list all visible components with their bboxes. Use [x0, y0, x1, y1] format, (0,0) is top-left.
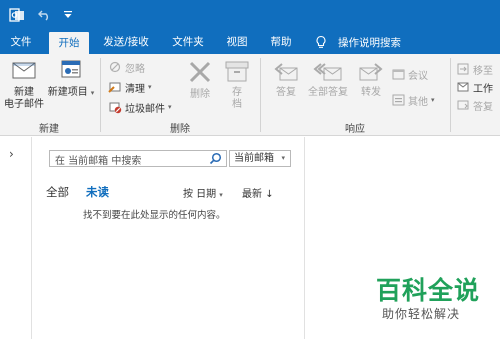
quickstep-move-to[interactable]: 移至	[456, 61, 493, 77]
quickstep-team[interactable]: 工作	[456, 79, 493, 95]
forward-icon	[359, 63, 383, 81]
filter-unread[interactable]: 未读	[86, 184, 109, 200]
watermark-subtitle: 助你轻松解决	[382, 307, 461, 321]
reply-delete-label: 答复	[473, 101, 493, 113]
folder-pane-collapsed: ›	[0, 137, 32, 339]
ignore-button[interactable]: 忽略	[108, 59, 145, 75]
empty-list-message: 找不到要在此处显示的任何内容。	[83, 210, 226, 221]
filter-all[interactable]: 全部	[46, 184, 69, 200]
message-list-pane: 在 当前邮箱 中搜索 当前邮箱 ▾ 全部 未读 按 日期 ▾ 最新 ↓ 找不到要在…	[33, 137, 305, 339]
ribbon-tabs: 文件 开始 发送/接收 文件夹 视图 帮助 操作说明搜索	[0, 30, 500, 54]
meeting-button[interactable]: 会议	[391, 66, 428, 82]
tab-view[interactable]: 视图	[220, 30, 254, 54]
meeting-icon	[391, 67, 405, 81]
quick-steps-gallery: 移至 工作 答复	[456, 58, 500, 118]
reply-all-button[interactable]: 全部答复	[304, 60, 352, 99]
quickstep-reply-delete[interactable]: 答复	[456, 97, 493, 113]
meeting-label: 会议	[408, 70, 428, 82]
sort-by-label: 按 日期	[183, 189, 217, 200]
new-items-button[interactable]: 新建项目 ▾	[47, 58, 95, 99]
new-items-icon	[61, 60, 81, 78]
more-respond-button[interactable]: 其他 ▾	[391, 92, 435, 108]
watermark-title: 百科全说	[376, 276, 481, 305]
tab-send-receive[interactable]: 发送/接收	[97, 30, 155, 54]
search-placeholder: 在 当前邮箱 中搜索	[55, 156, 142, 167]
archive-icon	[225, 61, 249, 82]
move-icon	[456, 62, 470, 76]
search-scope-value: 当前邮箱	[234, 153, 274, 164]
lightbulb-icon	[316, 35, 326, 48]
list-filter-bar: 全部 未读 按 日期 ▾ 最新 ↓	[46, 184, 296, 200]
cleanup-icon	[108, 80, 122, 94]
team-email-icon	[456, 80, 470, 94]
new-email-label-2: 电子邮件	[4, 99, 44, 110]
reply-all-label: 全部答复	[308, 87, 348, 98]
forward-label: 转发	[361, 87, 381, 98]
reply-all-icon	[313, 63, 342, 81]
tab-home[interactable]: 开始	[49, 32, 89, 54]
search-scope-dropdown[interactable]: 当前邮箱 ▾	[229, 150, 291, 167]
reply-icon	[274, 63, 298, 81]
delete-x-icon	[189, 61, 211, 83]
junk-label: 垃圾邮件	[125, 103, 165, 115]
more-respond-label: 其他	[408, 96, 428, 108]
group-label-respond: 响应	[345, 124, 365, 135]
tab-help[interactable]: 帮助	[264, 30, 298, 54]
tell-me-label: 操作说明搜索	[338, 36, 401, 49]
reply-delete-icon	[456, 98, 470, 112]
new-email-button[interactable]: 新建 电子邮件	[2, 58, 46, 111]
new-items-label: 新建项目 ▾	[47, 87, 95, 98]
ribbon-divider	[450, 58, 451, 132]
tell-me-search[interactable]: 操作说明搜索	[314, 30, 401, 54]
move-to-label: 移至	[473, 65, 493, 77]
search-icon[interactable]	[209, 152, 222, 165]
ribbon-divider	[260, 58, 261, 132]
tab-folder[interactable]: 文件夹	[166, 30, 210, 54]
ribbon-divider	[100, 58, 101, 132]
archive-label-2: 档	[232, 99, 242, 110]
junk-button[interactable]: 垃圾邮件 ▾	[108, 99, 172, 115]
ignore-label: 忽略	[125, 63, 145, 75]
reply-label: 答复	[276, 87, 296, 98]
cleanup-label: 清理	[125, 83, 145, 95]
cleanup-button[interactable]: 清理 ▾	[108, 79, 152, 95]
sort-order-toggle[interactable]: 最新 ↓	[242, 185, 274, 200]
forward-button[interactable]: 转发	[353, 60, 389, 99]
junk-icon	[108, 100, 122, 114]
customize-qa-icon[interactable]	[62, 6, 74, 24]
ribbon: 新建 电子邮件 新建项目 ▾ 新建 忽略 清理 ▾ 垃圾邮件 ▾ 删除 存 档 删除 …	[0, 54, 500, 136]
reply-button[interactable]: 答复	[268, 60, 304, 99]
title-bar	[0, 0, 500, 30]
sort-order-label: 最新	[242, 189, 262, 200]
chevron-down-icon: ▾	[281, 154, 285, 162]
undo-icon[interactable]	[36, 6, 52, 24]
tab-file[interactable]: 文件	[2, 30, 40, 54]
delete-button[interactable]: 删除	[183, 58, 217, 101]
new-email-label-1: 新建	[14, 87, 34, 98]
archive-button[interactable]: 存 档	[220, 58, 254, 111]
expand-folder-pane-icon[interactable]: ›	[9, 147, 14, 161]
sort-by-dropdown[interactable]: 按 日期 ▾	[183, 185, 223, 200]
search-input[interactable]: 在 当前邮箱 中搜索	[49, 150, 227, 167]
group-label-delete: 删除	[170, 124, 190, 135]
watermark-logo: 百科全说 助你轻松解决	[376, 276, 488, 322]
team-label: 工作	[473, 83, 493, 95]
outlook-app-icon[interactable]	[8, 6, 26, 24]
arrow-down-icon: ↓	[265, 189, 274, 200]
more-respond-icon	[391, 93, 405, 107]
new-email-icon	[12, 62, 36, 79]
delete-label: 删除	[190, 89, 210, 100]
group-label-new: 新建	[39, 124, 59, 135]
archive-label-1: 存	[232, 87, 242, 98]
ignore-icon	[108, 60, 122, 74]
